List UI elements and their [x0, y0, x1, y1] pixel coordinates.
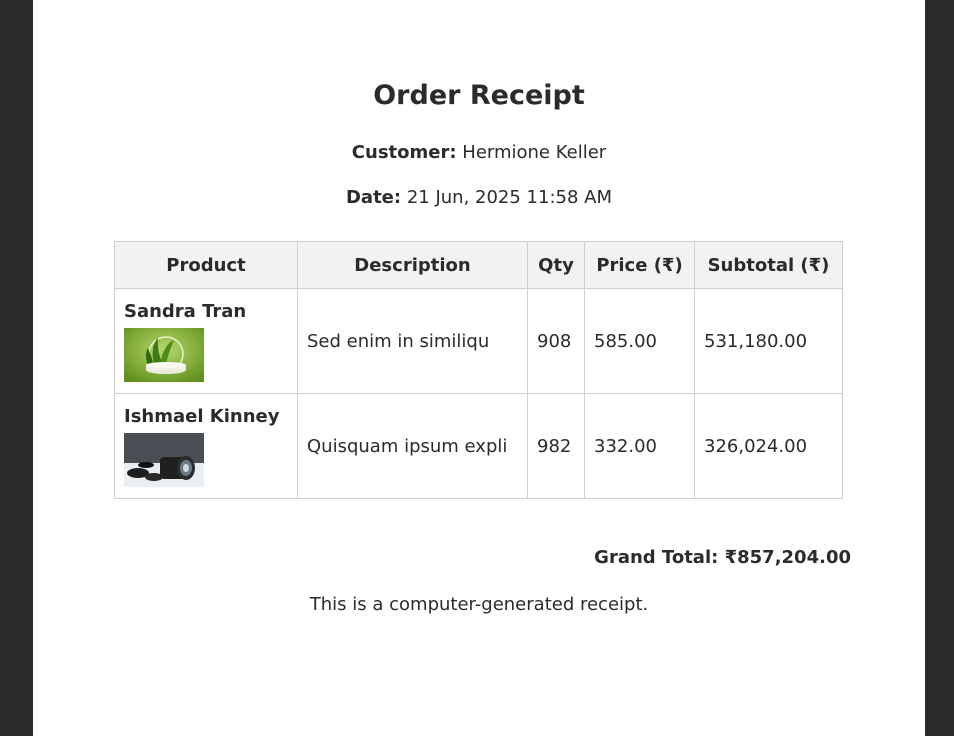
description-cell: Sed enim in similiqu [297, 288, 528, 394]
table-row: Ishmael Kinney Quisquam ipsum expli 982 … [114, 393, 843, 499]
product-name: Ishmael Kinney [124, 405, 280, 427]
price-cell: 585.00 [584, 288, 695, 394]
date-value: 21 Jun, 2025 11:58 AM [406, 187, 612, 208]
grand-total-value: ₹857,204.00 [724, 547, 851, 568]
date-line: Date: 21 Jun, 2025 11:58 AM [33, 187, 925, 209]
customer-name: Hermione Keller [462, 142, 607, 163]
product-cell: Sandra Tran [114, 288, 298, 394]
subtotal-cell: 531,180.00 [694, 288, 843, 394]
product-cell: Ishmael Kinney [114, 393, 298, 499]
column-header-price: Price (₹) [584, 241, 695, 289]
product-podium-image [124, 327, 204, 382]
customer-label: Customer: [351, 142, 457, 163]
camera-lens-image [124, 432, 204, 487]
qty-cell: 908 [527, 288, 585, 394]
column-header-product: Product [114, 241, 298, 289]
table-header-row: Product Description Qty Price (₹) Subtot… [114, 241, 843, 289]
grand-total-label: Grand Total: [594, 547, 719, 568]
subtotal-cell: 326,024.00 [694, 393, 843, 499]
receipt-page: Order Receipt Customer: Hermione Keller … [33, 0, 925, 736]
order-items-table: Product Description Qty Price (₹) Subtot… [114, 241, 843, 499]
date-label: Date: [345, 187, 402, 208]
customer-line: Customer: Hermione Keller [33, 142, 925, 164]
table-row: Sandra Tran Sed enim in similiqu 908 585… [114, 288, 843, 394]
page-title: Order Receipt [373, 80, 585, 111]
column-header-description: Description [297, 241, 528, 289]
description-cell: Quisquam ipsum expli [297, 393, 528, 499]
qty-cell: 982 [527, 393, 585, 499]
column-header-qty: Qty [527, 241, 585, 289]
footer-note: This is a computer-generated receipt. [309, 594, 649, 615]
grand-total: Grand Total: ₹857,204.00 [594, 547, 851, 569]
product-name: Sandra Tran [124, 300, 247, 322]
price-cell: 332.00 [584, 393, 695, 499]
column-header-subtotal: Subtotal (₹) [694, 241, 843, 289]
